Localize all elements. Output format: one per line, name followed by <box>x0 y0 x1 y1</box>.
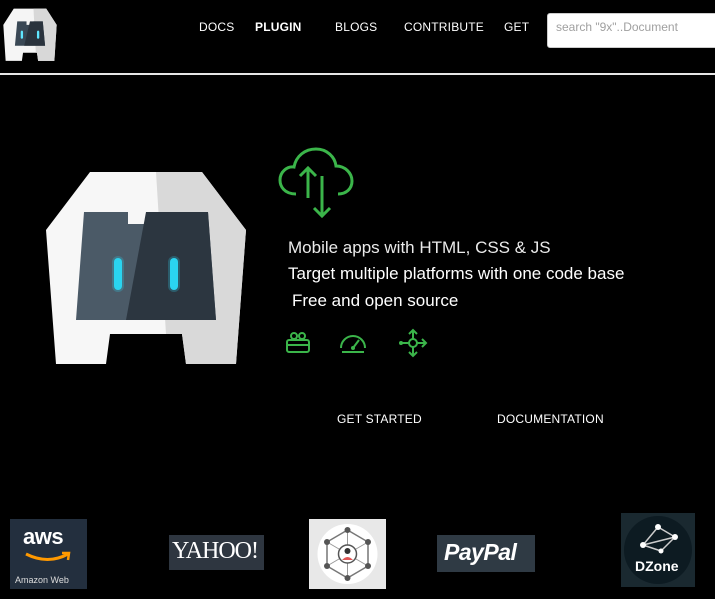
sponsor-dzone[interactable]: DZone <box>621 513 695 587</box>
search-box[interactable] <box>547 13 715 48</box>
contributor-network-icon <box>317 524 378 584</box>
documentation-button[interactable]: DOCUMENTATION <box>497 412 604 426</box>
tagline-multiple-platforms: Target multiple platforms with one code … <box>288 264 625 283</box>
dzone-logo-text: DZone <box>635 558 679 574</box>
site-header: DOCS PLUGIN BLOGS CONTRIBUTE GET <box>0 0 715 75</box>
box-icon <box>286 332 310 353</box>
nav-blogs[interactable]: BLOGS <box>335 20 377 34</box>
nav-docs[interactable]: DOCS <box>199 20 234 34</box>
sponsor-paypal[interactable]: PayPal <box>437 535 535 572</box>
paypal-logo-text: PayPal <box>444 539 517 565</box>
speedometer-icon <box>340 335 366 353</box>
nav-contribute[interactable]: CONTRIBUTE <box>404 20 484 34</box>
amazon-smile-icon <box>25 551 71 561</box>
cordova-logo-small[interactable] <box>1 4 59 62</box>
tagline-open-source: Free and open source <box>292 291 459 310</box>
nav-plugin[interactable]: PLUGIN <box>255 20 302 34</box>
yahoo-logo-text: YAHOO! <box>172 538 259 564</box>
search-input[interactable] <box>556 20 710 34</box>
nav-get[interactable]: GET <box>504 20 529 34</box>
tagline-html-css-js: Mobile apps with HTML, CSS & JS <box>288 238 551 257</box>
cloud-upload-download-icon <box>278 147 354 219</box>
sponsor-contributor[interactable] <box>309 519 386 589</box>
sponsor-yahoo[interactable]: YAHOO! <box>169 535 264 570</box>
dzone-logo-icon <box>624 516 692 584</box>
sponsor-aws[interactable]: aws Amazon Web <box>10 519 87 589</box>
cordova-logo-large <box>46 172 246 364</box>
aws-logo-text: aws <box>23 524 64 549</box>
aws-caption: Amazon Web <box>15 575 69 585</box>
get-started-button[interactable]: GET STARTED <box>337 412 422 426</box>
network-arrows-icon <box>399 328 428 358</box>
